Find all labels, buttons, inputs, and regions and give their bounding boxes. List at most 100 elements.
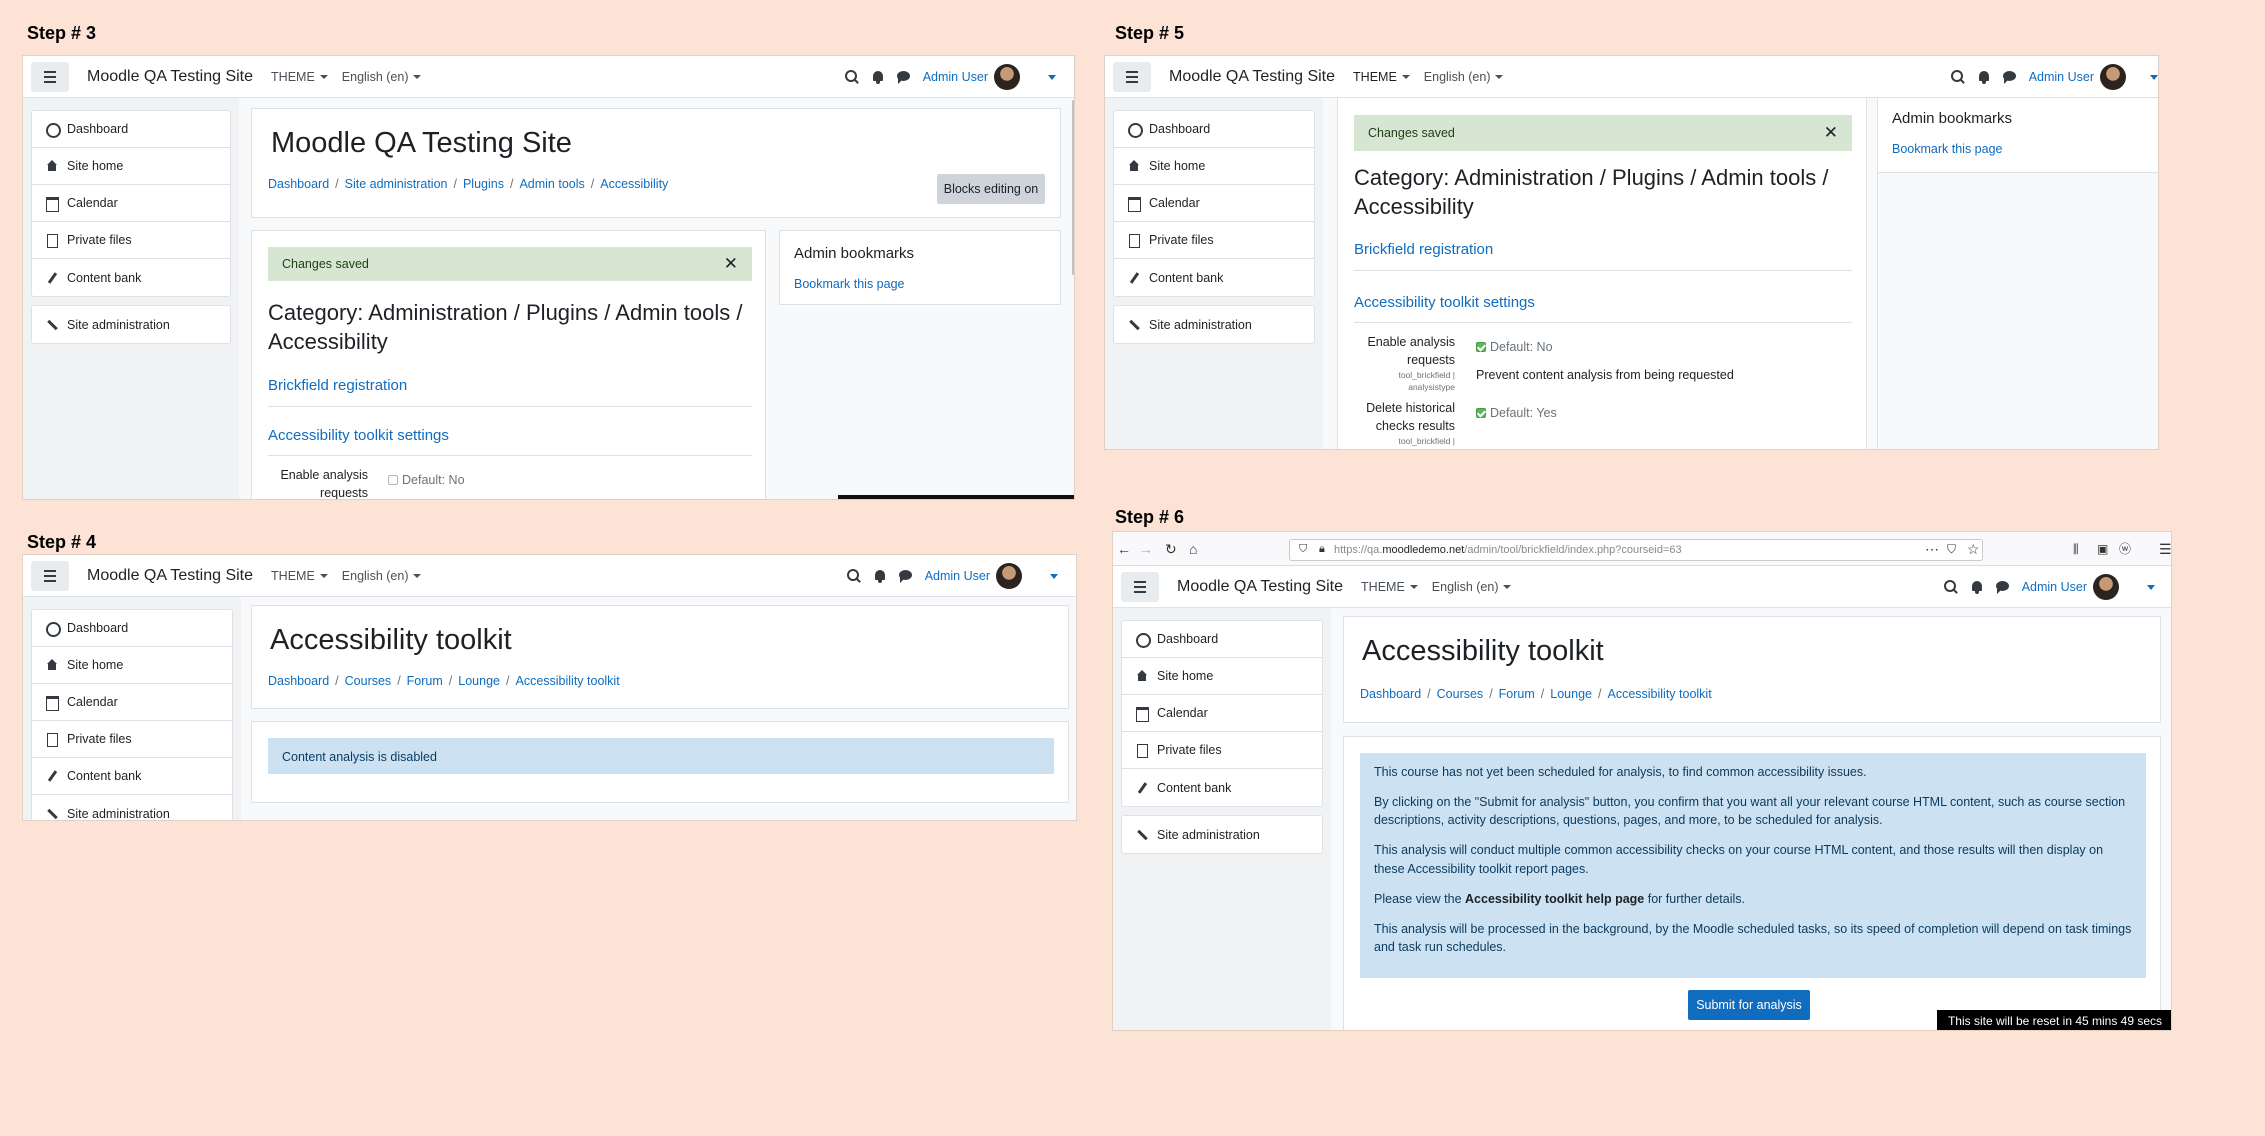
drawer-item-calendar[interactable]: Calendar: [1114, 185, 1314, 222]
bell-icon[interactable]: [1977, 70, 1991, 84]
drawer-item-site-administration[interactable]: Site administration: [32, 306, 230, 343]
bell-icon[interactable]: [873, 569, 887, 583]
breadcrumb-item[interactable]: Dashboard: [1360, 687, 1421, 701]
menu-toggle-button[interactable]: [1121, 571, 1159, 602]
user-menu[interactable]: Admin User: [2029, 64, 2158, 90]
blocks-editing-button[interactable]: Blocks editing on: [937, 174, 1045, 204]
breadcrumb-item[interactable]: Site administration: [345, 177, 448, 191]
theme-menu[interactable]: THEME: [271, 569, 328, 583]
drawer-item-dashboard[interactable]: Dashboard: [32, 111, 230, 148]
language-menu[interactable]: English (en): [1432, 580, 1512, 594]
breadcrumb-item[interactable]: Accessibility toolkit: [515, 674, 619, 688]
drawer-item-private-files[interactable]: Private files: [1114, 222, 1314, 259]
reload-icon[interactable]: ↻: [1165, 541, 1177, 557]
search-icon[interactable]: [1950, 70, 1965, 84]
enable-analysis-checkbox[interactable]: [1476, 342, 1486, 352]
drawer-label: Content bank: [1149, 270, 1224, 285]
drawer-item-dashboard[interactable]: Dashboard: [32, 610, 232, 647]
breadcrumb-item[interactable]: Forum: [1499, 687, 1535, 701]
breadcrumb-item[interactable]: Lounge: [458, 674, 500, 688]
drawer-item-site-home[interactable]: Site home: [32, 647, 232, 684]
theme-menu[interactable]: THEME: [271, 70, 328, 84]
menu-icon[interactable]: ☰: [2159, 541, 2171, 557]
menu-toggle-button[interactable]: [1113, 61, 1151, 92]
sidebar-icon[interactable]: ▣: [2097, 541, 2108, 557]
library-icon[interactable]: ⫼: [2073, 541, 2079, 557]
search-icon[interactable]: [846, 569, 861, 583]
scrollbar[interactable]: [1072, 100, 1074, 275]
language-menu[interactable]: English (en): [342, 70, 422, 84]
pocket-icon[interactable]: ⛉: [1947, 541, 1956, 557]
search-icon[interactable]: [1943, 580, 1958, 594]
drawer-item-site-home[interactable]: Site home: [1114, 148, 1314, 185]
drawer-item-site-home[interactable]: Site home: [1122, 658, 1322, 695]
delete-historical-checkbox[interactable]: [1476, 408, 1486, 418]
site-brand[interactable]: Moodle QA Testing Site: [1177, 578, 1343, 596]
breadcrumb-item[interactable]: Plugins: [463, 177, 504, 191]
bookmark-this-page-link[interactable]: Bookmark this page: [1892, 142, 2002, 156]
brickfield-registration-link[interactable]: Brickfield registration: [268, 377, 407, 394]
forward-icon[interactable]: →: [1139, 541, 1153, 557]
drawer-item-private-files[interactable]: Private files: [32, 721, 232, 758]
drawer-item-site-administration[interactable]: Site administration: [1122, 816, 1322, 853]
breadcrumb-item[interactable]: Courses: [1437, 687, 1484, 701]
user-menu[interactable]: Admin User: [923, 64, 1056, 90]
bookmark-this-page-link[interactable]: Bookmark this page: [794, 277, 904, 291]
search-icon[interactable]: [844, 70, 859, 84]
close-icon[interactable]: ✕: [1824, 123, 1838, 143]
drawer-item-dashboard[interactable]: Dashboard: [1114, 111, 1314, 148]
close-icon[interactable]: ✕: [724, 254, 738, 274]
chat-icon[interactable]: [898, 569, 913, 583]
breadcrumb-item[interactable]: Lounge: [1550, 687, 1592, 701]
site-brand[interactable]: Moodle QA Testing Site: [87, 68, 253, 86]
drawer-item-content-bank[interactable]: Content bank: [32, 259, 230, 296]
bell-icon[interactable]: [1970, 580, 1984, 594]
drawer-item-calendar[interactable]: Calendar: [32, 684, 232, 721]
menu-toggle-button[interactable]: [31, 560, 69, 591]
drawer-item-content-bank[interactable]: Content bank: [1114, 259, 1314, 296]
shield-icon[interactable]: ⛉: [1299, 541, 1307, 557]
breadcrumb-item[interactable]: Courses: [345, 674, 392, 688]
site-brand[interactable]: Moodle QA Testing Site: [1169, 68, 1335, 86]
drawer-item-content-bank[interactable]: Content bank: [32, 758, 232, 795]
toolkit-settings-link[interactable]: Accessibility toolkit settings: [1354, 294, 1535, 311]
theme-menu[interactable]: THEME: [1353, 70, 1410, 84]
home-icon[interactable]: ⌂: [1189, 541, 1197, 557]
drawer-item-private-files[interactable]: Private files: [1122, 732, 1322, 769]
toolkit-settings-link[interactable]: Accessibility toolkit settings: [268, 427, 449, 444]
drawer-item-calendar[interactable]: Calendar: [32, 185, 230, 222]
breadcrumb-item[interactable]: Dashboard: [268, 674, 329, 688]
breadcrumb-item[interactable]: Accessibility: [600, 177, 668, 191]
drawer-item-calendar[interactable]: Calendar: [1122, 695, 1322, 732]
language-menu[interactable]: English (en): [342, 569, 422, 583]
url-bar[interactable]: https://qa. moodledemo.net/admin/tool/bri…: [1289, 539, 1983, 561]
site-brand[interactable]: Moodle QA Testing Site: [87, 567, 253, 585]
toolkit-help-link[interactable]: Accessibility toolkit help page: [1465, 892, 1644, 906]
user-menu[interactable]: Admin User: [925, 563, 1058, 589]
brickfield-registration-link[interactable]: Brickfield registration: [1354, 241, 1493, 258]
drawer-item-content-bank[interactable]: Content bank: [1122, 769, 1322, 806]
chat-icon[interactable]: [896, 70, 911, 84]
drawer-item-site-administration[interactable]: Site administration: [1114, 306, 1314, 343]
chat-icon[interactable]: [1995, 580, 2010, 594]
theme-menu[interactable]: THEME: [1361, 580, 1418, 594]
user-menu[interactable]: Admin User: [2022, 574, 2155, 600]
extension-icon[interactable]: ⓦ: [2119, 541, 2131, 557]
menu-toggle-button[interactable]: [31, 61, 69, 92]
drawer-item-private-files[interactable]: Private files: [32, 222, 230, 259]
breadcrumb-item[interactable]: Admin tools: [519, 177, 584, 191]
breadcrumb-item[interactable]: Dashboard: [268, 177, 329, 191]
bell-icon[interactable]: [871, 70, 885, 84]
drawer-item-site-home[interactable]: Site home: [32, 148, 230, 185]
drawer-item-site-administration[interactable]: Site administration: [32, 795, 232, 821]
drawer-item-dashboard[interactable]: Dashboard: [1122, 621, 1322, 658]
more-icon[interactable]: ⋯: [1925, 541, 1939, 557]
star-icon[interactable]: ☆: [1967, 541, 1980, 557]
language-menu[interactable]: English (en): [1424, 70, 1504, 84]
submit-for-analysis-button[interactable]: Submit for analysis: [1688, 990, 1810, 1020]
enable-analysis-checkbox[interactable]: [388, 475, 398, 485]
breadcrumb-item[interactable]: Accessibility toolkit: [1607, 687, 1711, 701]
chat-icon[interactable]: [2002, 70, 2017, 84]
back-icon[interactable]: ←: [1117, 541, 1131, 557]
breadcrumb-item[interactable]: Forum: [407, 674, 443, 688]
